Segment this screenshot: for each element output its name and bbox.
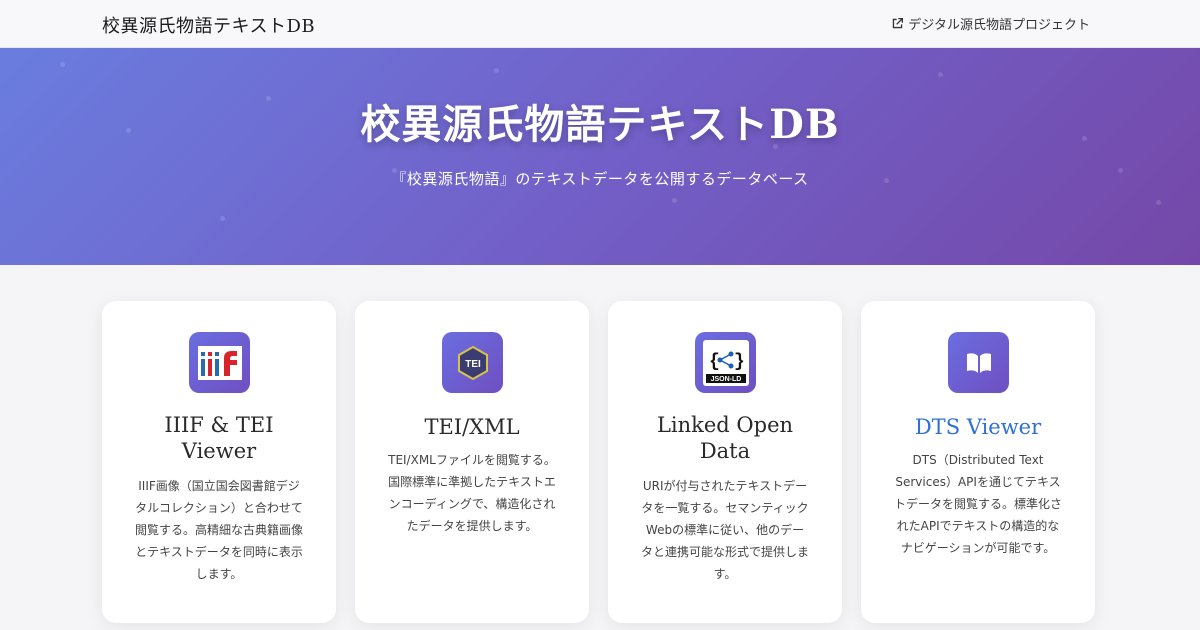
decorative-dot bbox=[672, 198, 677, 203]
card-title[interactable]: Linked Open Data bbox=[608, 412, 842, 464]
svg-text:}: } bbox=[734, 352, 745, 372]
external-project-link[interactable]: デジタル源氏物語プロジェクト bbox=[891, 14, 1090, 33]
decorative-dot bbox=[220, 216, 225, 221]
decorative-dot bbox=[1156, 200, 1161, 205]
card-dts-viewer[interactable]: DTS Viewer DTS（Distributed Text Services… bbox=[861, 301, 1095, 623]
card-tei-xml[interactable]: TEI TEI/XML TEI/XMLファイルを閲覧する。国際標準に準拠したテキ… bbox=[355, 301, 589, 623]
book-icon bbox=[948, 332, 1009, 393]
feature-cards: IIIF & TEI Viewer IIIF画像（国立国会図書館デジタルコレクシ… bbox=[102, 301, 1098, 630]
external-link-icon bbox=[893, 17, 904, 29]
external-link-label: デジタル源氏物語プロジェクト bbox=[908, 18, 1090, 33]
json-ld-icon-text: JSON-LD bbox=[710, 376, 741, 383]
decorative-dot bbox=[938, 72, 943, 77]
tei-icon-text: TEI bbox=[465, 359, 481, 370]
card-description: DTS（Distributed Text Services）APIを通じてテキス… bbox=[893, 453, 1062, 555]
hero-banner: 校異源氏物語テキストDB 『校異源氏物語』のテキストデータを公開するデータベース bbox=[0, 48, 1200, 265]
card-iiif-tei-viewer[interactable]: IIIF & TEI Viewer IIIF画像（国立国会図書館デジタルコレクシ… bbox=[102, 301, 336, 623]
hero-title: 校異源氏物語テキストDB bbox=[360, 101, 840, 148]
card-description: TEI/XMLファイルを閲覧する。国際標準に準拠したテキストエンコーディングで、… bbox=[388, 453, 556, 533]
card-title[interactable]: TEI/XML bbox=[355, 414, 589, 440]
tei-icon: TEI bbox=[442, 332, 503, 393]
card-linked-open-data[interactable]: { } JSON-LD Linked Open Data URIが付与されたテキ… bbox=[608, 301, 842, 623]
card-title[interactable]: DTS Viewer bbox=[861, 414, 1095, 440]
json-ld-icon: { } JSON-LD bbox=[695, 332, 756, 393]
card-description: IIIF画像（国立国会図書館デジタルコレクション）と合わせて閲覧する。高精細な古… bbox=[134, 479, 303, 581]
card-description: URIが付与されたテキストデータを一覧する。セマンティックWebの標準に従い、他… bbox=[640, 479, 809, 581]
svg-text:{: { bbox=[709, 352, 720, 372]
card-title[interactable]: IIIF & TEI Viewer bbox=[102, 412, 336, 464]
site-title[interactable]: 校異源氏物語テキストDB bbox=[102, 12, 315, 38]
hero-subtitle: 『校異源氏物語』のテキストデータを公開するデータベース bbox=[391, 170, 809, 188]
decorative-dot bbox=[60, 62, 65, 67]
iiif-icon bbox=[189, 332, 250, 393]
top-navbar: 校異源氏物語テキストDB デジタル源氏物語プロジェクト bbox=[0, 0, 1200, 48]
decorative-dot bbox=[494, 68, 499, 73]
